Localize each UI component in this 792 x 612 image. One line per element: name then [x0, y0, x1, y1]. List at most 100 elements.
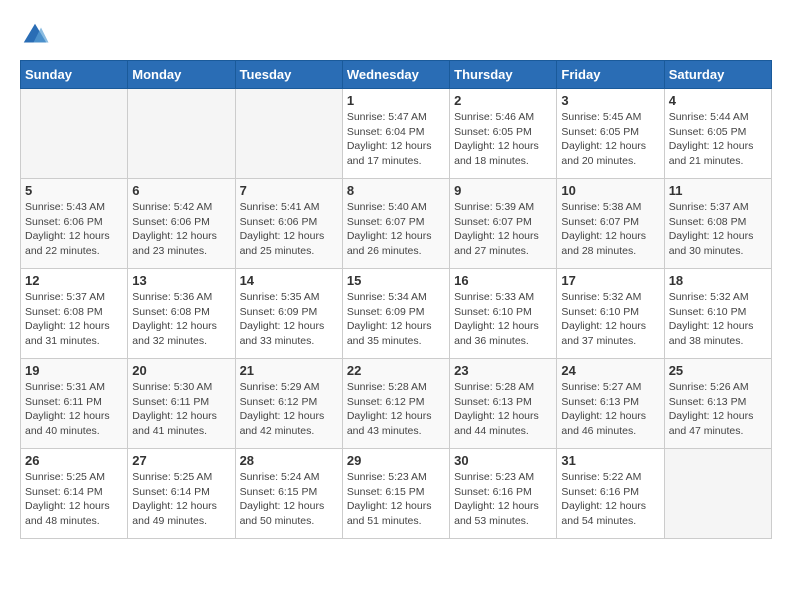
day-number: 13	[132, 273, 230, 288]
week-row: 12 Sunrise: 5:37 AM Sunset: 6:08 PM Dayli…	[21, 269, 772, 359]
day-info: Sunrise: 5:45 AM Sunset: 6:05 PM Dayligh…	[561, 110, 659, 169]
calendar-cell: 15Sunrise: 5:34 AM Sunset: 6:09 PM Dayli…	[342, 269, 449, 359]
calendar-cell: 6Sunrise: 5:42 AM Sunset: 6:06 PM Daylig…	[128, 179, 235, 269]
day-number: 30	[454, 453, 552, 468]
weekday-header-row: SundayMondayTuesdayWednesdayThursdayFrid…	[21, 61, 772, 89]
day-number: 25	[669, 363, 767, 378]
day-info: Sunrise: 5:46 AM Sunset: 6:05 PM Dayligh…	[454, 110, 552, 169]
day-info: Sunrise: 5:24 AM Sunset: 6:15 PM Dayligh…	[240, 470, 338, 529]
day-number: 2	[454, 93, 552, 108]
day-info: Sunrise: 5:26 AM Sunset: 6:13 PM Dayligh…	[669, 380, 767, 439]
day-info: Sunrise: 5:33 AM Sunset: 6:10 PM Dayligh…	[454, 290, 552, 349]
day-info: Sunrise: 5:30 AM Sunset: 6:11 PM Dayligh…	[132, 380, 230, 439]
calendar-cell: 24 Sunrise: 5:27 AM Sunset: 6:13 PM Dayli…	[557, 359, 664, 449]
day-number: 10	[561, 183, 659, 198]
calendar-cell: 30 Sunrise: 5:23 AM Sunset: 6:16 PM Dayli…	[450, 449, 557, 539]
day-info: Sunrise: 5:32 AM Sunset: 6:10 PM Dayligh…	[669, 290, 767, 349]
day-number: 11	[669, 183, 767, 198]
weekday-header-cell: Monday	[128, 61, 235, 89]
day-info: Sunrise: 5:39 AM Sunset: 6:07 PM Dayligh…	[454, 200, 552, 259]
logo-icon	[20, 20, 50, 50]
day-number: 27	[132, 453, 230, 468]
calendar-cell: 28 Sunrise: 5:24 AM Sunset: 6:15 PM Dayli…	[235, 449, 342, 539]
day-info: Sunrise: 5:29 AM Sunset: 6:12 PM Dayligh…	[240, 380, 338, 439]
calendar-table: SundayMondayTuesdayWednesdayThursdayFrid…	[20, 60, 772, 539]
day-number: 20	[132, 363, 230, 378]
day-number: 16	[454, 273, 552, 288]
calendar-cell: 21Sunrise: 5:29 AM Sunset: 6:12 PM Dayli…	[235, 359, 342, 449]
calendar-cell: 3Sunrise: 5:45 AM Sunset: 6:05 PM Daylig…	[557, 89, 664, 179]
calendar-cell: 22Sunrise: 5:28 AM Sunset: 6:12 PM Dayli…	[342, 359, 449, 449]
day-number: 24	[561, 363, 659, 378]
day-info: Sunrise: 5:27 AM Sunset: 6:13 PM Dayligh…	[561, 380, 659, 439]
day-number: 14	[240, 273, 338, 288]
day-info: Sunrise: 5:23 AM Sunset: 6:16 PM Dayligh…	[454, 470, 552, 529]
day-number: 17	[561, 273, 659, 288]
calendar-cell: 9 Sunrise: 5:39 AM Sunset: 6:07 PM Daylig…	[450, 179, 557, 269]
day-number: 19	[25, 363, 123, 378]
calendar-cell: 4 Sunrise: 5:44 AM Sunset: 6:05 PM Daylig…	[664, 89, 771, 179]
calendar-cell: 29 Sunrise: 5:23 AM Sunset: 6:15 PM Dayli…	[342, 449, 449, 539]
day-number: 26	[25, 453, 123, 468]
calendar-cell: 23 Sunrise: 5:28 AM Sunset: 6:13 PM Dayli…	[450, 359, 557, 449]
calendar-cell: 14Sunrise: 5:35 AM Sunset: 6:09 PM Dayli…	[235, 269, 342, 359]
weekday-header-cell: Sunday	[21, 61, 128, 89]
day-info: Sunrise: 5:37 AM Sunset: 6:08 PM Dayligh…	[669, 200, 767, 259]
day-number: 12	[25, 273, 123, 288]
calendar-cell: 13 Sunrise: 5:36 AM Sunset: 6:08 PM Dayli…	[128, 269, 235, 359]
calendar-cell: 10Sunrise: 5:38 AM Sunset: 6:07 PM Dayli…	[557, 179, 664, 269]
day-info: Sunrise: 5:22 AM Sunset: 6:16 PM Dayligh…	[561, 470, 659, 529]
calendar-cell: 1 Sunrise: 5:47 AM Sunset: 6:04 PM Daylig…	[342, 89, 449, 179]
calendar-cell	[21, 89, 128, 179]
calendar-cell	[235, 89, 342, 179]
week-row: 19 Sunrise: 5:31 AM Sunset: 6:11 PM Dayli…	[21, 359, 772, 449]
day-number: 23	[454, 363, 552, 378]
day-number: 7	[240, 183, 338, 198]
weekday-header-cell: Wednesday	[342, 61, 449, 89]
calendar-cell: 27 Sunrise: 5:25 AM Sunset: 6:14 PM Dayli…	[128, 449, 235, 539]
day-number: 28	[240, 453, 338, 468]
day-info: Sunrise: 5:47 AM Sunset: 6:04 PM Dayligh…	[347, 110, 445, 169]
day-info: Sunrise: 5:44 AM Sunset: 6:05 PM Dayligh…	[669, 110, 767, 169]
calendar-cell: 20 Sunrise: 5:30 AM Sunset: 6:11 PM Dayli…	[128, 359, 235, 449]
day-info: Sunrise: 5:40 AM Sunset: 6:07 PM Dayligh…	[347, 200, 445, 259]
weekday-header-cell: Friday	[557, 61, 664, 89]
day-info: Sunrise: 5:36 AM Sunset: 6:08 PM Dayligh…	[132, 290, 230, 349]
week-row: 1 Sunrise: 5:47 AM Sunset: 6:04 PM Daylig…	[21, 89, 772, 179]
calendar-cell: 12 Sunrise: 5:37 AM Sunset: 6:08 PM Dayli…	[21, 269, 128, 359]
calendar-cell: 16 Sunrise: 5:33 AM Sunset: 6:10 PM Dayli…	[450, 269, 557, 359]
day-info: Sunrise: 5:41 AM Sunset: 6:06 PM Dayligh…	[240, 200, 338, 259]
calendar-cell: 2 Sunrise: 5:46 AM Sunset: 6:05 PM Daylig…	[450, 89, 557, 179]
day-number: 29	[347, 453, 445, 468]
day-number: 1	[347, 93, 445, 108]
day-number: 22	[347, 363, 445, 378]
week-row: 26 Sunrise: 5:25 AM Sunset: 6:14 PM Dayli…	[21, 449, 772, 539]
day-info: Sunrise: 5:28 AM Sunset: 6:13 PM Dayligh…	[454, 380, 552, 439]
day-info: Sunrise: 5:32 AM Sunset: 6:10 PM Dayligh…	[561, 290, 659, 349]
calendar-body: 1 Sunrise: 5:47 AM Sunset: 6:04 PM Daylig…	[21, 89, 772, 539]
day-number: 8	[347, 183, 445, 198]
calendar-cell: 5 Sunrise: 5:43 AM Sunset: 6:06 PM Daylig…	[21, 179, 128, 269]
day-info: Sunrise: 5:43 AM Sunset: 6:06 PM Dayligh…	[25, 200, 123, 259]
logo	[20, 20, 56, 50]
calendar-cell	[664, 449, 771, 539]
calendar-cell: 18Sunrise: 5:32 AM Sunset: 6:10 PM Dayli…	[664, 269, 771, 359]
day-number: 4	[669, 93, 767, 108]
day-number: 6	[132, 183, 230, 198]
calendar-cell: 31 Sunrise: 5:22 AM Sunset: 6:16 PM Dayli…	[557, 449, 664, 539]
day-info: Sunrise: 5:31 AM Sunset: 6:11 PM Dayligh…	[25, 380, 123, 439]
day-info: Sunrise: 5:37 AM Sunset: 6:08 PM Dayligh…	[25, 290, 123, 349]
week-row: 5 Sunrise: 5:43 AM Sunset: 6:06 PM Daylig…	[21, 179, 772, 269]
day-number: 9	[454, 183, 552, 198]
calendar-cell: 11 Sunrise: 5:37 AM Sunset: 6:08 PM Dayli…	[664, 179, 771, 269]
day-number: 31	[561, 453, 659, 468]
day-number: 15	[347, 273, 445, 288]
page-header	[20, 20, 772, 50]
day-number: 5	[25, 183, 123, 198]
calendar-cell	[128, 89, 235, 179]
day-info: Sunrise: 5:23 AM Sunset: 6:15 PM Dayligh…	[347, 470, 445, 529]
weekday-header-cell: Tuesday	[235, 61, 342, 89]
calendar-cell: 7 Sunrise: 5:41 AM Sunset: 6:06 PM Daylig…	[235, 179, 342, 269]
calendar-cell: 17 Sunrise: 5:32 AM Sunset: 6:10 PM Dayli…	[557, 269, 664, 359]
day-info: Sunrise: 5:25 AM Sunset: 6:14 PM Dayligh…	[132, 470, 230, 529]
